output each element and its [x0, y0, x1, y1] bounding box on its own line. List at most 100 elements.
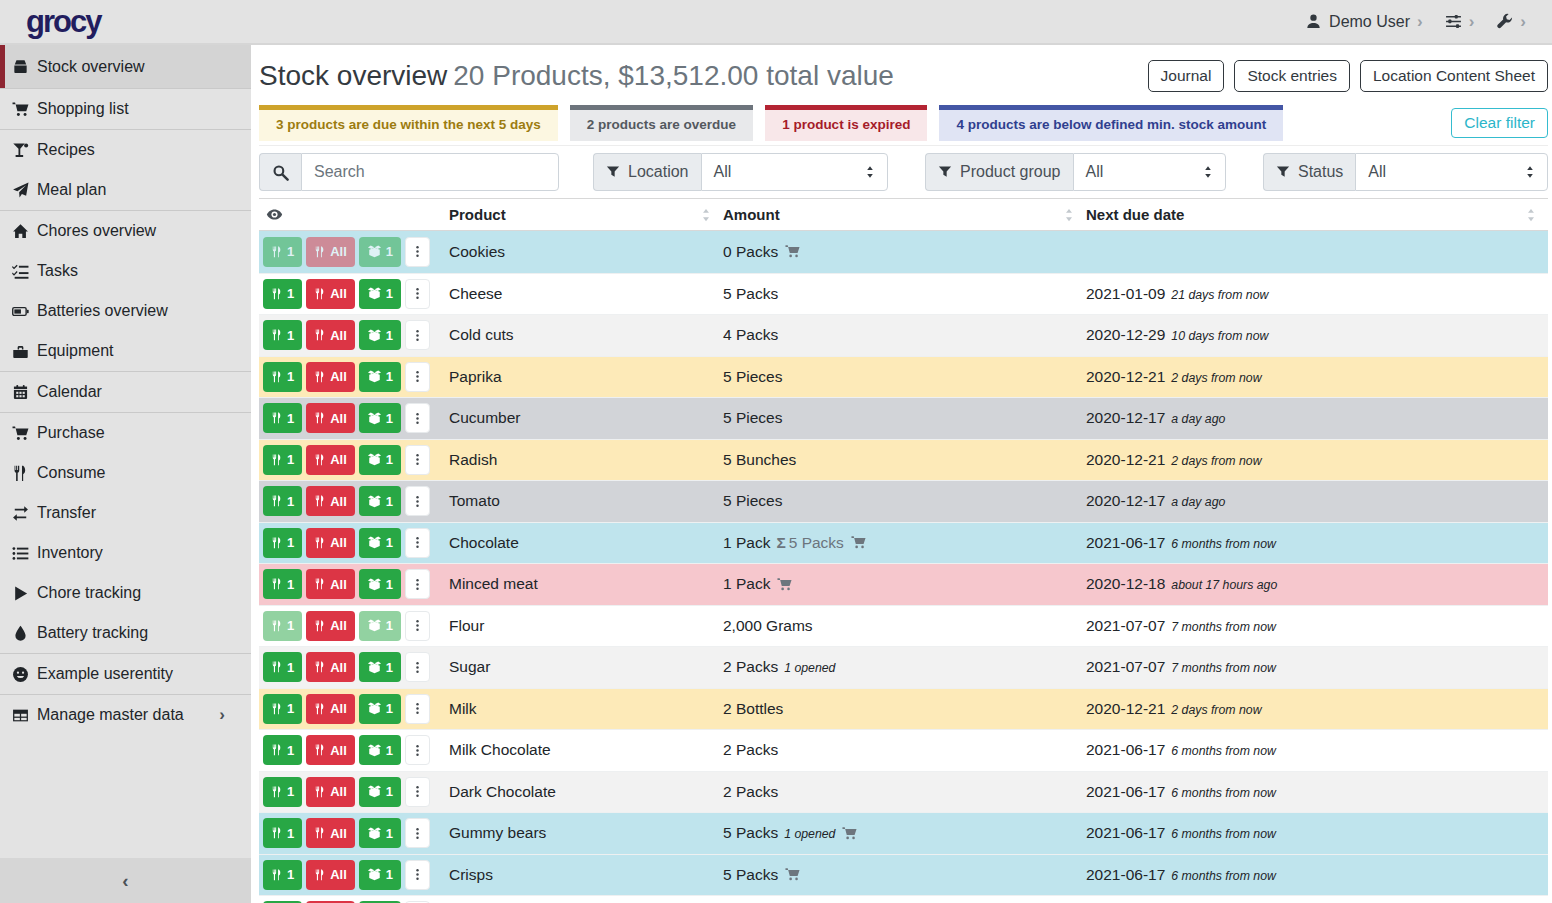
- open-one-button[interactable]: 1: [359, 279, 401, 309]
- row-menu-button[interactable]: [405, 279, 430, 309]
- column-header-due-date[interactable]: Next due date: [1086, 198, 1548, 231]
- sidebar-item-calendar[interactable]: Calendar: [0, 372, 251, 412]
- open-one-button[interactable]: 1: [359, 403, 401, 433]
- open-one-button[interactable]: 1: [359, 569, 401, 599]
- open-one-button[interactable]: 1: [359, 362, 401, 392]
- product-name[interactable]: Flour: [449, 605, 723, 647]
- consume-all-button[interactable]: All: [306, 486, 355, 516]
- product-name[interactable]: Cold cuts: [449, 314, 723, 356]
- consume-one-button[interactable]: 1: [263, 237, 302, 267]
- consume-all-button[interactable]: All: [306, 237, 355, 267]
- open-one-button[interactable]: 1: [359, 528, 401, 558]
- consume-all-button[interactable]: All: [306, 528, 355, 558]
- product-name[interactable]: Milk: [449, 688, 723, 730]
- row-menu-button[interactable]: [405, 445, 430, 475]
- row-menu-button[interactable]: [405, 320, 430, 350]
- consume-one-button[interactable]: 1: [263, 279, 302, 309]
- sidebar-item-chores-overview[interactable]: Chores overview: [0, 211, 251, 251]
- open-one-button[interactable]: 1: [359, 237, 401, 267]
- row-menu-button[interactable]: [405, 237, 430, 267]
- sidebar-item-shopping-list[interactable]: Shopping list: [0, 89, 251, 129]
- row-menu-button[interactable]: [405, 735, 430, 765]
- admin-menu[interactable]: ›: [1496, 13, 1526, 30]
- row-menu-button[interactable]: [405, 486, 430, 516]
- consume-one-button[interactable]: 1: [263, 652, 302, 682]
- sidebar-item-consume[interactable]: Consume: [0, 453, 251, 493]
- clear-filter-button[interactable]: Clear filter: [1451, 108, 1548, 138]
- consume-one-button[interactable]: 1: [263, 735, 302, 765]
- product-name[interactable]: Cookies: [449, 231, 723, 273]
- product-name[interactable]: Crisps: [449, 854, 723, 896]
- consume-one-button[interactable]: 1: [263, 362, 302, 392]
- search-input[interactable]: [301, 153, 559, 191]
- open-one-button[interactable]: 1: [359, 735, 401, 765]
- open-one-button[interactable]: 1: [359, 445, 401, 475]
- row-menu-button[interactable]: [405, 528, 430, 558]
- sidebar-item-recipes[interactable]: Recipes: [0, 130, 251, 170]
- consume-one-button[interactable]: 1: [263, 403, 302, 433]
- consume-one-button[interactable]: 1: [263, 445, 302, 475]
- product-name[interactable]: [449, 895, 723, 903]
- column-header-amount[interactable]: Amount: [723, 198, 1086, 231]
- row-menu-button[interactable]: [405, 860, 430, 890]
- row-menu-button[interactable]: [405, 611, 430, 641]
- column-header-product[interactable]: Product: [449, 198, 723, 231]
- row-menu-button[interactable]: [405, 569, 430, 599]
- open-one-button[interactable]: 1: [359, 818, 401, 848]
- consume-all-button[interactable]: All: [306, 403, 355, 433]
- open-one-button[interactable]: 1: [359, 777, 401, 807]
- sidebar-item-example-userentity[interactable]: Example userentity: [0, 654, 251, 694]
- product-name[interactable]: Minced meat: [449, 563, 723, 605]
- column-visibility-header[interactable]: [259, 198, 449, 231]
- consume-all-button[interactable]: All: [306, 320, 355, 350]
- product-name[interactable]: Cucumber: [449, 397, 723, 439]
- consume-one-button[interactable]: 1: [263, 569, 302, 599]
- product-name[interactable]: Gummy bears: [449, 812, 723, 854]
- sidebar-item-equipment[interactable]: Equipment: [0, 331, 251, 371]
- sidebar-item-stock-overview[interactable]: Stock overview: [0, 45, 251, 88]
- consume-all-button[interactable]: All: [306, 445, 355, 475]
- user-menu[interactable]: Demo User ›: [1305, 13, 1423, 31]
- open-one-button[interactable]: 1: [359, 860, 401, 890]
- sidebar-item-battery-tracking[interactable]: Battery tracking: [0, 613, 251, 653]
- consume-one-button[interactable]: 1: [263, 694, 302, 724]
- consume-all-button[interactable]: All: [306, 860, 355, 890]
- open-one-button[interactable]: 1: [359, 486, 401, 516]
- journal-button[interactable]: Journal: [1148, 60, 1225, 92]
- sidebar-item-tasks[interactable]: Tasks: [0, 251, 251, 291]
- consume-all-button[interactable]: All: [306, 279, 355, 309]
- row-menu-button[interactable]: [405, 777, 430, 807]
- consume-one-button[interactable]: 1: [263, 611, 302, 641]
- sidebar-item-meal-plan[interactable]: Meal plan: [0, 170, 251, 210]
- status-filter-duesoon[interactable]: 3 products are due within the next 5 day…: [259, 105, 558, 141]
- location-content-sheet-button[interactable]: Location Content Sheet: [1360, 60, 1548, 92]
- consume-all-button[interactable]: All: [306, 818, 355, 848]
- location-filter-select[interactable]: All: [701, 153, 889, 191]
- sidebar-item-purchase[interactable]: Purchase: [0, 413, 251, 453]
- consume-all-button[interactable]: All: [306, 569, 355, 599]
- consume-one-button[interactable]: 1: [263, 860, 302, 890]
- open-one-button[interactable]: 1: [359, 320, 401, 350]
- consume-all-button[interactable]: All: [306, 611, 355, 641]
- consume-one-button[interactable]: 1: [263, 320, 302, 350]
- product-name[interactable]: Milk Chocolate: [449, 729, 723, 771]
- consume-all-button[interactable]: All: [306, 652, 355, 682]
- product-name[interactable]: Cheese: [449, 273, 723, 315]
- stock-entries-button[interactable]: Stock entries: [1234, 60, 1350, 92]
- status-filter-select[interactable]: All: [1355, 153, 1548, 191]
- consume-one-button[interactable]: 1: [263, 777, 302, 807]
- sidebar-collapse-button[interactable]: ‹: [0, 858, 251, 903]
- row-menu-button[interactable]: [405, 403, 430, 433]
- consume-all-button[interactable]: All: [306, 777, 355, 807]
- sidebar-item-inventory[interactable]: Inventory: [0, 533, 251, 573]
- sidebar-item-manage-master-data[interactable]: Manage master data›: [0, 695, 251, 735]
- row-menu-button[interactable]: [405, 362, 430, 392]
- status-filter-expired[interactable]: 1 product is expired: [765, 105, 927, 141]
- settings-menu[interactable]: ›: [1445, 13, 1475, 30]
- open-one-button[interactable]: 1: [359, 652, 401, 682]
- product-name[interactable]: Chocolate: [449, 522, 723, 564]
- product-group-filter-select[interactable]: All: [1073, 153, 1226, 191]
- consume-all-button[interactable]: All: [306, 362, 355, 392]
- product-name[interactable]: Paprika: [449, 356, 723, 398]
- product-name[interactable]: Dark Chocolate: [449, 771, 723, 813]
